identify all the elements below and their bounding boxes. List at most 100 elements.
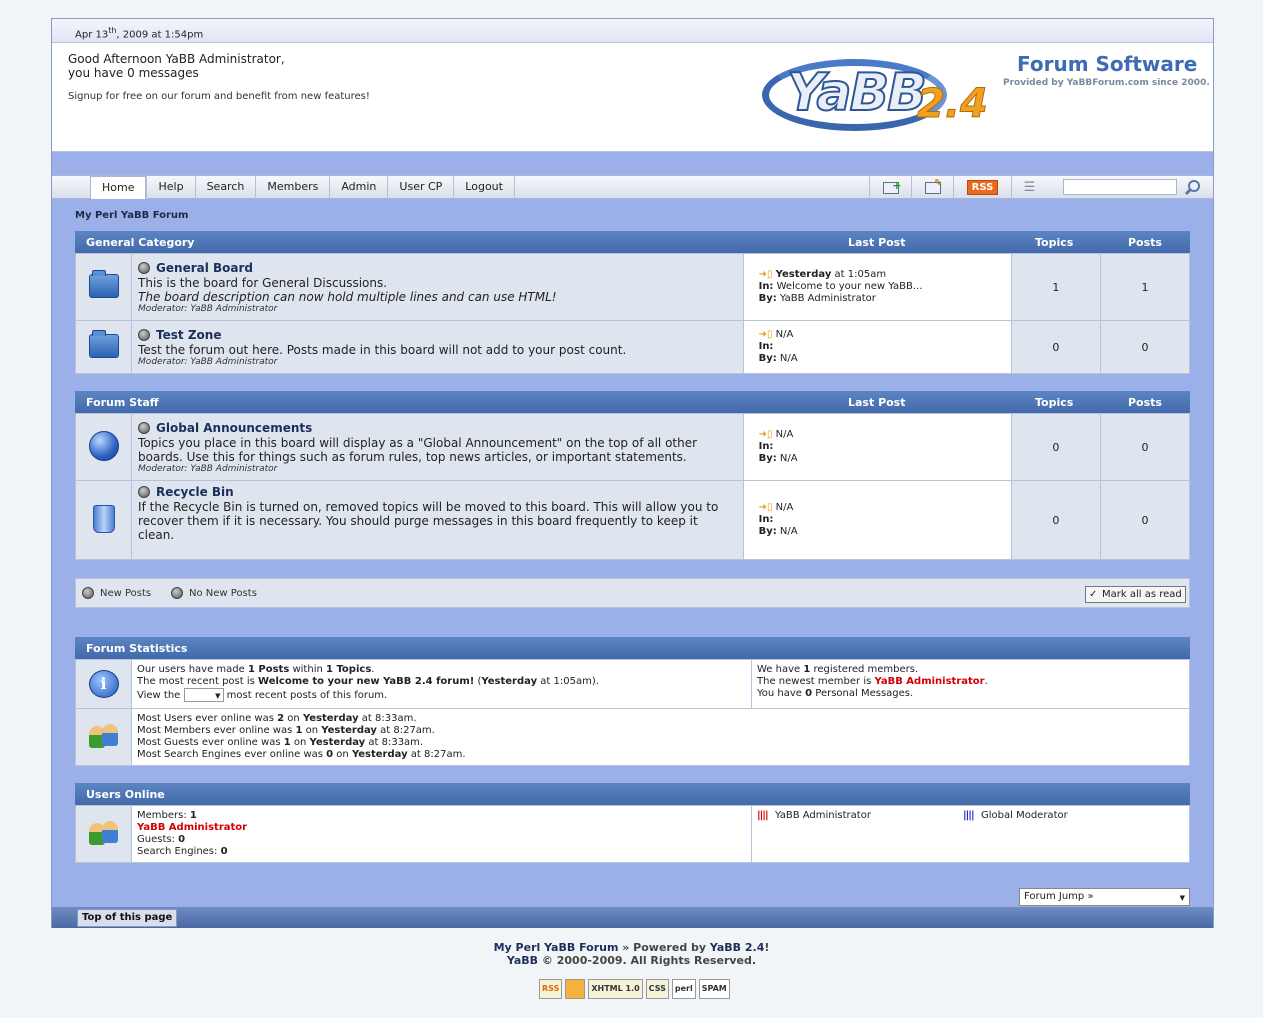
topic-count: 0: [1010, 320, 1101, 374]
last-post-author[interactable]: YaBB Administrator: [780, 293, 876, 304]
tab-user-cp[interactable]: User CP: [387, 176, 453, 199]
footer-badges: RSS XHTML 1.0 CSS perl SPAM: [539, 979, 730, 999]
online-table: Members: 1 YaBB Administrator Guests: 0 …: [75, 805, 1190, 863]
tab-members[interactable]: Members: [255, 176, 329, 199]
folder-icon: [88, 269, 119, 298]
folder-icon: [88, 329, 119, 358]
spam-badge[interactable]: SPAM: [698, 979, 730, 999]
legend-gmod: Global Moderator: [981, 810, 1068, 821]
board-moderator[interactable]: Moderator: YaBB Administrator: [138, 304, 737, 315]
mark-all-read-button[interactable]: ✓ Mark all as read: [1085, 586, 1186, 603]
footer-line-2: YaBB © 2000-2009. All Rights Reserved.: [506, 954, 757, 967]
tab-home[interactable]: Home: [90, 176, 147, 199]
top-of-page-link[interactable]: Top of this page: [77, 909, 178, 927]
no-new-posts-icon: [138, 422, 151, 434]
recent-count-select[interactable]: [183, 688, 224, 702]
post-count: 0: [1099, 480, 1191, 560]
menu-icon[interactable]: ☰: [1011, 176, 1047, 199]
rss-icon[interactable]: RSS: [953, 176, 1011, 199]
stats-title: Forum Statistics: [86, 642, 188, 655]
tab-search[interactable]: Search: [194, 176, 256, 199]
legend-new: New Posts: [100, 587, 152, 599]
board-desc: Topics you place in this board will disp…: [138, 436, 698, 464]
info-icon: i: [88, 670, 119, 698]
post-legend: New Posts No New Posts ✓ Mark all as read: [75, 578, 1190, 608]
nav-tabs: Home Help Search Members Admin User CP L…: [90, 176, 515, 199]
no-new-posts-icon: [171, 587, 183, 599]
col-topics: Topics: [1035, 236, 1074, 249]
users-icon: [87, 722, 121, 750]
recycle-bin-icon: [92, 504, 115, 533]
board-row: Global Announcements Topics you place in…: [74, 413, 1191, 481]
topic-count: 1: [1010, 253, 1101, 321]
footer-yabb-home-link[interactable]: YaBB: [507, 954, 538, 967]
last-post-arrow-icon[interactable]: ➜▯: [759, 429, 773, 440]
last-post-arrow-icon[interactable]: ➜▯: [759, 329, 773, 340]
perl-badge[interactable]: perl: [671, 979, 696, 999]
post-count: 1: [1099, 253, 1191, 321]
board-desc: Test the forum out here. Posts made in t…: [138, 343, 627, 357]
category-title[interactable]: General Category: [86, 236, 194, 249]
recent-post-link[interactable]: Welcome to your new YaBB 2.4 forum!: [258, 676, 474, 687]
edit-icon[interactable]: ✎: [911, 176, 953, 199]
board-moderator[interactable]: Moderator: YaBB Administrator: [138, 357, 737, 368]
greeting: Good Afternoon YaBB Administrator, you h…: [68, 52, 285, 80]
legend-admin: YaBB Administrator: [775, 810, 871, 821]
logo-provided: Provided by YaBBForum.com since 2000.: [1003, 78, 1210, 88]
forum-frame: Apr 13th, 2009 at 1:54pm Good Afternoon …: [51, 18, 1214, 928]
tab-admin[interactable]: Admin: [329, 176, 387, 199]
header: Good Afternoon YaBB Administrator, you h…: [52, 43, 1213, 152]
boards-table: Global Announcements Topics you place in…: [74, 413, 1191, 560]
date-bar: Apr 13th, 2009 at 1:54pm: [52, 19, 1213, 43]
boards-table: General Board This is the board for Gene…: [74, 253, 1191, 374]
board-desc-2: The board description can now hold multi…: [138, 290, 557, 304]
users-online: Users Online Members: 1 YaBB Administrat…: [75, 783, 1190, 863]
yabb-logo: YaBB 2.4 Forum Software Provided by YaBB…: [757, 47, 1217, 147]
board-name[interactable]: General Board: [156, 261, 253, 275]
post-count: 0: [1099, 320, 1191, 374]
tab-logout[interactable]: Logout: [453, 176, 515, 199]
legend-no-new: No New Posts: [189, 587, 257, 599]
stats-posts-line: Our users have made 1 Posts within 1 Top…: [137, 664, 375, 675]
forum-jump-select[interactable]: Forum Jump »: [1019, 888, 1190, 906]
new-posts-icon: [82, 587, 94, 599]
current-date: Apr 13th, 2009 at 1:54pm: [75, 26, 204, 41]
online-member-link[interactable]: YaBB Administrator: [137, 822, 746, 834]
nav-bar: Home Help Search Members Admin User CP L…: [52, 175, 1213, 199]
search-icon[interactable]: [1184, 179, 1201, 196]
no-new-posts-icon: [138, 262, 151, 274]
category-title[interactable]: Forum Staff: [86, 396, 159, 409]
stats-recent-line: The most recent post is Welcome to your …: [137, 676, 599, 687]
board-row: Recycle Bin If the Recycle Bin is turned…: [74, 480, 1191, 560]
new-topic-icon[interactable]: +: [869, 176, 911, 199]
board-desc: This is the board for General Discussion…: [138, 276, 388, 290]
newest-member-link[interactable]: YaBB Administrator: [875, 676, 985, 687]
stats-header: Forum Statistics: [75, 637, 1190, 659]
gmod-color-icon: ||||: [963, 810, 975, 821]
board-name[interactable]: Global Announcements: [156, 421, 312, 435]
feed-badge[interactable]: [565, 979, 586, 999]
logo-name: YaBB: [786, 62, 928, 124]
topic-count: 0: [1010, 413, 1101, 481]
category-header: General Category Last Post Topics Posts: [75, 231, 1190, 253]
search-input[interactable]: [1063, 179, 1177, 195]
footer-yabb-link[interactable]: YaBB 2.4: [710, 941, 764, 954]
rss-badge[interactable]: RSS: [539, 979, 563, 999]
category-general: General Category Last Post Topics Posts …: [74, 231, 1191, 374]
footer-site-link[interactable]: My Perl YaBB Forum: [494, 941, 619, 954]
board-desc: If the Recycle Bin is turned on, removed…: [138, 500, 719, 542]
board-name[interactable]: Test Zone: [156, 328, 221, 342]
last-post-arrow-icon[interactable]: ➜▯: [759, 502, 773, 513]
xhtml-badge[interactable]: XHTML 1.0: [588, 979, 643, 999]
board-moderator[interactable]: Moderator: YaBB Administrator: [138, 464, 737, 475]
breadcrumb[interactable]: My Perl YaBB Forum: [75, 210, 188, 221]
online-title: Users Online: [86, 788, 165, 801]
stats-view-line: View the most recent posts of this forum…: [137, 688, 746, 702]
board-name[interactable]: Recycle Bin: [156, 485, 234, 499]
css-badge[interactable]: CSS: [645, 979, 669, 999]
last-post-arrow-icon[interactable]: ➜▯: [759, 269, 773, 280]
last-post-topic[interactable]: Welcome to your new YaBB...: [777, 281, 923, 292]
tab-help[interactable]: Help: [146, 176, 194, 199]
col-posts: Posts: [1128, 236, 1162, 249]
footer-line-1: My Perl YaBB Forum » Powered by YaBB 2.4…: [493, 941, 770, 954]
